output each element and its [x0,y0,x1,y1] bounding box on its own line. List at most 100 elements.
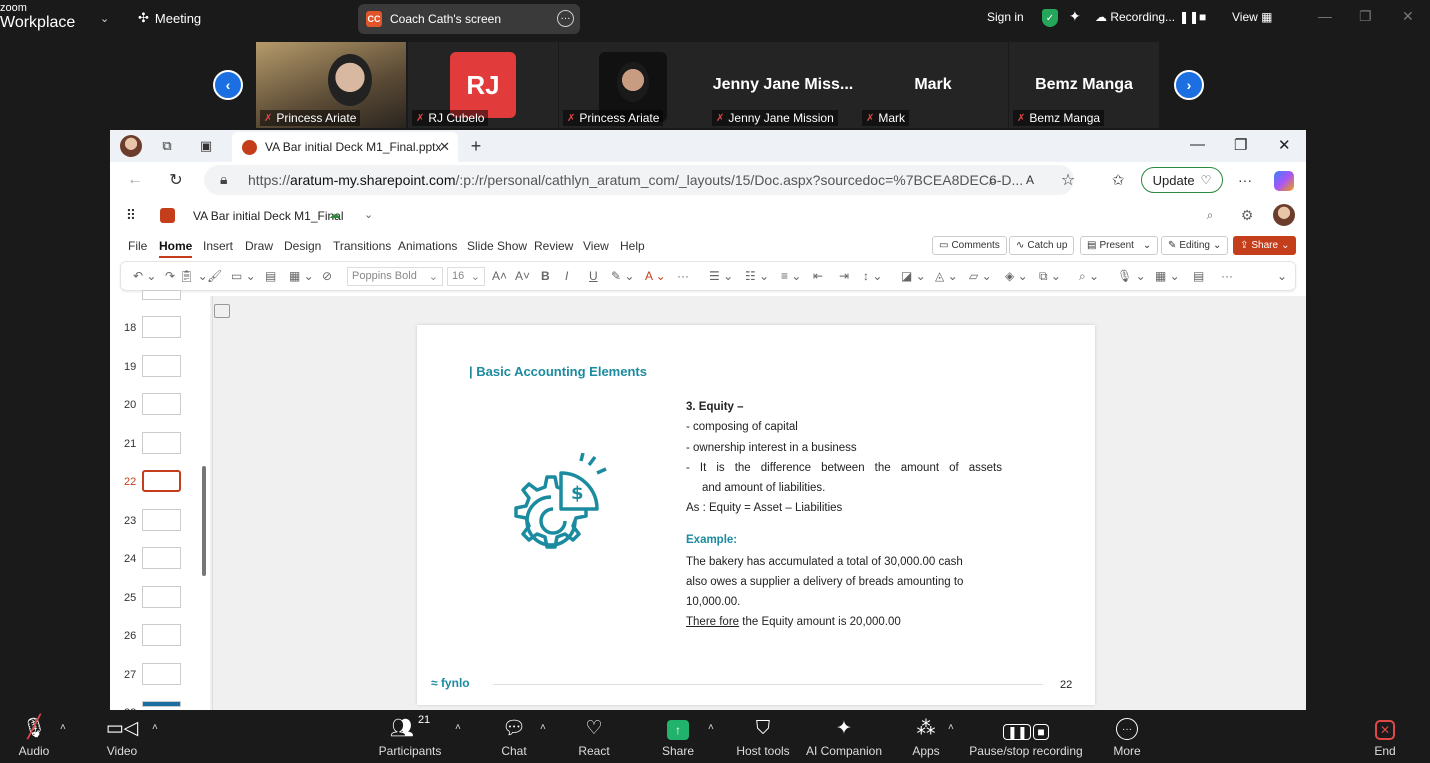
shapes-icon[interactable]: ◪ ⌄ [901,269,926,283]
view-menu[interactable]: View ▦ [1232,10,1272,24]
gallery-next-button[interactable]: › [1174,70,1204,100]
layout-icon[interactable]: ▦ ⌄ [289,269,314,283]
editing-mode-button[interactable]: ✎ Editing ⌄ [1161,236,1229,255]
participants-button[interactable]: 👥︎ 21 Participants [372,710,448,763]
comments-button[interactable]: ▭ Comments [932,236,1007,255]
increase-font-icon[interactable]: A˄ [492,269,507,283]
chevron-down-icon[interactable]: ⌄ [100,12,109,25]
decrease-font-icon[interactable]: A˅ [515,269,530,283]
stop-icon[interactable]: ■ [1199,10,1206,24]
slide-thumbnail[interactable]: 23 [110,509,210,537]
conclusion-line[interactable]: There fore the Equity amount is 20,000.0… [686,616,901,628]
tab-review[interactable]: Review [534,239,573,253]
example-line[interactable]: The bakery has accumulated a total of 30… [686,556,963,568]
audio-button[interactable]: 🎙︎ ╱ Audio [12,710,56,763]
paste-icon[interactable]: 📋︎ ⌄ [179,269,208,283]
underline-icon[interactable]: U [589,269,598,283]
video-options-caret[interactable]: ˄ [152,722,158,733]
participant-tile[interactable]: Mark ✗ Mark [858,42,1008,128]
tab-file[interactable]: File [128,239,147,253]
video-button[interactable]: ▭◁ Video [100,710,144,763]
sign-in-link[interactable]: Sign in [987,10,1024,24]
redo-icon[interactable]: ↷ [165,269,175,283]
tab-animations[interactable]: Animations [398,239,457,253]
profile-avatar[interactable] [120,135,142,157]
slide-bullet[interactable]: - ownership interest in a business [686,442,857,454]
more-menu-icon[interactable]: ··· [1236,171,1254,189]
security-shield-icon[interactable]: ✓ [1042,9,1058,27]
numbering-icon[interactable]: ☷ ⌄ [745,269,769,283]
apps-options-caret[interactable]: ˄ [948,722,954,733]
share-screen-button[interactable]: ↑ Share [656,710,700,763]
arrange-icon[interactable]: ⧉ ⌄ [1039,269,1061,284]
slide-bullet-continued[interactable]: and amount of liabilities. [702,482,825,494]
refresh-icon[interactable]: ↻ [167,171,185,189]
slide-thumbnail[interactable]: 25 [110,586,210,614]
screen-share-pill[interactable]: CC Coach Cath's screen ··· [358,4,580,34]
font-name-select[interactable]: Poppins Bold ⌄ [347,267,443,286]
font-color-icon[interactable]: A ⌄ [645,269,666,283]
close-icon[interactable]: ✕ [1278,136,1291,154]
url-field[interactable]: 🔒︎ https://aratum-my.sharepoint.com/:p:/… [204,165,1074,195]
slide-thumbnail[interactable]: 20 [110,393,210,421]
gallery-prev-button[interactable]: ‹ [213,70,243,100]
workspaces-icon[interactable]: ⧉ [158,137,176,155]
restore-icon[interactable]: ❐ [1234,136,1247,154]
italic-icon[interactable]: I [565,269,568,283]
new-tab-icon[interactable]: + [467,136,485,156]
present-button[interactable]: ▤ Present ⌄ [1080,236,1159,255]
more-options-icon[interactable]: ··· [1221,269,1233,283]
slide-title[interactable]: | Basic Accounting Elements [469,364,647,379]
favorite-star-icon[interactable]: ☆ [1059,171,1077,189]
shape-fill-icon[interactable]: ◬ ⌄ [935,269,958,283]
minimize-icon[interactable]: — [1190,136,1205,153]
share-options-caret[interactable]: ˄ [708,722,714,733]
slide-thumbnail[interactable]: 21 [110,432,210,460]
tab-help[interactable]: Help [620,239,645,253]
example-label[interactable]: Example: [686,534,737,546]
search-icon[interactable]: ⌕ [1201,206,1219,224]
close-tab-icon[interactable]: ✕ [439,139,450,155]
minimize-icon[interactable]: — [1318,8,1332,24]
catch-up-button[interactable]: ∿ Catch up [1009,236,1075,255]
chevron-down-icon[interactable]: ⌄ [364,208,373,221]
document-name[interactable]: VA Bar initial Deck M1_Final [193,209,344,223]
shape-effects-icon[interactable]: ◈ ⌄ [1005,269,1028,283]
browser-tab[interactable]: VA Bar initial Deck M1_Final.pptx ✕ [232,132,458,162]
tab-transitions[interactable]: Transitions [333,239,391,253]
end-meeting-button[interactable]: ✕ End [1368,710,1402,763]
slide-thumbnail-selected[interactable]: 22 [110,470,210,498]
more-button[interactable]: ··· More [1107,710,1147,763]
tab-design[interactable]: Design [284,239,321,253]
bold-icon[interactable]: B [541,269,550,283]
reuse-slides-icon[interactable]: ▤ [265,269,276,283]
slide-thumbnail[interactable]: 24 [110,547,210,575]
line-spacing-icon[interactable]: ↕ ⌄ [863,269,882,283]
tab-home[interactable]: Home [159,239,193,258]
participant-tile[interactable]: Jenny Jane Miss... ✗ Jenny Jane Mission [708,42,858,128]
favorites-icon[interactable]: ✩ [1109,171,1127,189]
thumbnail-scrollbar[interactable] [202,466,206,576]
tab-insert[interactable]: Insert [203,239,233,253]
dictate-icon[interactable]: 🎙︎ ⌄ [1117,269,1146,283]
align-icon[interactable]: ≡ ⌄ [781,269,801,283]
tab-slide-show[interactable]: Slide Show [467,239,527,253]
slide-thumbnail[interactable]: 28 [110,701,210,710]
slide-bullet[interactable]: - composing of capital [686,421,798,433]
chat-options-caret[interactable]: ˄ [540,722,546,733]
ai-companion-button[interactable]: ✦ AI Companion [804,710,884,763]
slide-bullet[interactable]: - It is the difference between the amoun… [686,462,1002,474]
example-line[interactable]: also owes a supplier a delivery of bread… [686,576,963,588]
example-line[interactable]: 10,000.00. [686,596,740,608]
copilot-icon[interactable] [1274,171,1294,191]
user-avatar[interactable] [1273,204,1295,226]
slide-thumbnail[interactable] [110,290,210,318]
font-size-select[interactable]: 16 ⌄ [447,267,485,286]
slide-thumbnail[interactable]: 27 [110,663,210,691]
apps-button[interactable]: ⁂ Apps [906,710,946,763]
pause-icon[interactable]: ❚❚ [1179,10,1199,24]
shape-outline-icon[interactable]: ▱ ⌄ [969,269,992,283]
new-slide-icon[interactable]: ▭ ⌄ [231,269,256,283]
expand-ribbon-icon[interactable]: ⌄ [1277,269,1287,283]
search-icon[interactable]: ⌕ [984,171,1002,189]
